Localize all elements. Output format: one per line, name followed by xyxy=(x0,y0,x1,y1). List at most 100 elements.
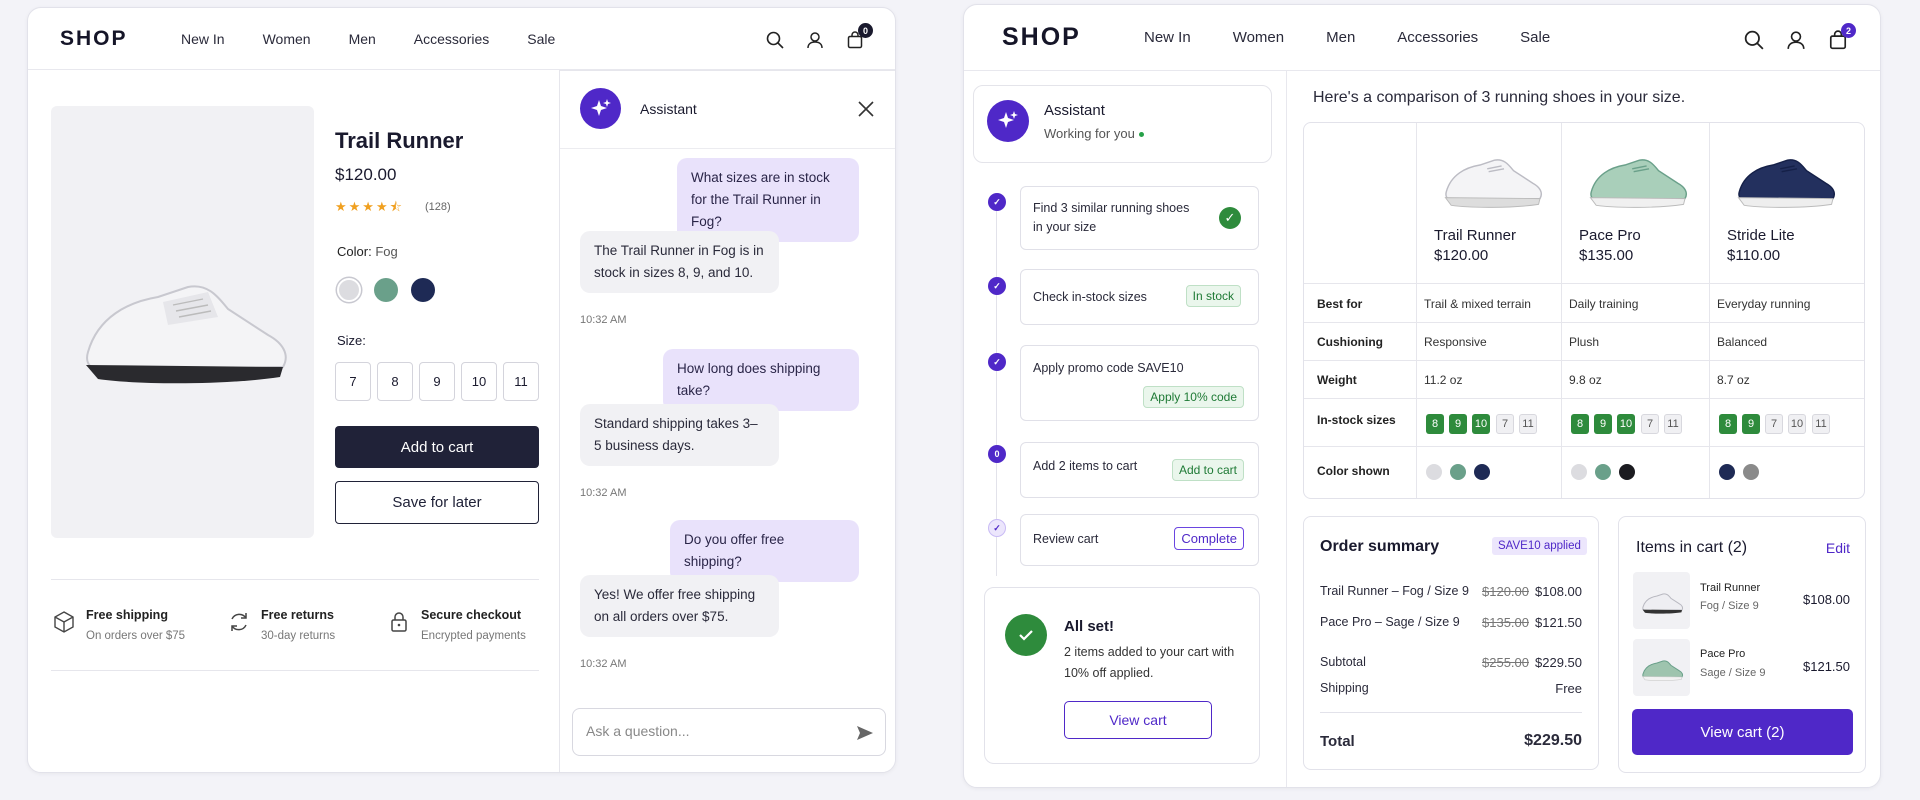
step-check-icon: ✓ xyxy=(988,353,1006,371)
nav-link-men[interactable]: Men xyxy=(349,31,376,47)
rating-stars: ★★★★⯪ xyxy=(335,199,404,214)
feature-subtitle: Encrypted payments xyxy=(421,630,526,642)
size-option-10[interactable]: 10 xyxy=(461,362,497,401)
search-icon[interactable] xyxy=(1742,28,1766,52)
cart-count-badge: 2 xyxy=(1841,23,1856,38)
original-subtotal: $255.00 xyxy=(1482,655,1529,670)
size-option-8[interactable]: 8 xyxy=(377,362,413,401)
grid-line xyxy=(1561,123,1562,498)
row-label-cushioning: Cushioning xyxy=(1317,335,1383,349)
shop-logo[interactable]: SHOP xyxy=(60,27,128,51)
account-icon[interactable] xyxy=(803,28,827,52)
message-timestamp: 10:32 AM xyxy=(580,658,627,670)
cell-best-for: Daily training xyxy=(1569,297,1639,311)
row-label-in-stock-sizes: In-stock sizes xyxy=(1317,413,1396,427)
size-chip-out-of-stock: 11 xyxy=(1664,414,1682,434)
message-timestamp: 10:32 AM xyxy=(580,487,627,499)
lock-icon xyxy=(391,612,407,632)
grid-line xyxy=(1304,446,1864,447)
grid-line xyxy=(1709,123,1710,498)
box-icon xyxy=(54,611,74,633)
cart-item-name: Trail Runner xyxy=(1700,582,1761,594)
cart-item-variant: Fog / Size 9 xyxy=(1700,600,1759,612)
color-dot[interactable] xyxy=(1595,464,1611,480)
user-message: Do you offer free shipping? xyxy=(670,520,859,582)
view-cart-button[interactable]: View cart (2) xyxy=(1632,709,1853,755)
step-badge: In stock xyxy=(1185,285,1241,307)
edit-cart-link[interactable]: Edit xyxy=(1826,540,1850,556)
sparkle-icon xyxy=(590,98,611,116)
step-check-icon: ✓ xyxy=(988,277,1006,295)
grid-line xyxy=(1304,283,1864,284)
color-dot[interactable] xyxy=(1450,464,1466,480)
complete-button[interactable]: Complete xyxy=(1174,527,1244,550)
color-dot[interactable] xyxy=(1474,464,1490,480)
order-line-label: Trail Runner – Fog / Size 9 xyxy=(1320,584,1469,598)
cell-best-for: Trail & mixed terrain xyxy=(1424,297,1531,311)
shipping-label: Shipping xyxy=(1320,681,1369,695)
color-dot[interactable] xyxy=(1719,464,1735,480)
online-indicator xyxy=(1138,132,1144,138)
nav-link-sale[interactable]: Sale xyxy=(527,31,555,47)
color-dot[interactable] xyxy=(1426,464,1442,480)
grid-line xyxy=(1304,322,1864,323)
add-to-cart-button[interactable]: Add to cart xyxy=(335,426,539,468)
search-icon[interactable] xyxy=(763,28,787,52)
sparkle-icon xyxy=(998,111,1018,128)
size-option-9[interactable]: 9 xyxy=(419,362,455,401)
shoe-name: Trail Runner xyxy=(1434,227,1516,244)
nav-link-accessories[interactable]: Accessories xyxy=(414,31,489,47)
add-to-cart-button[interactable]: Add to cart xyxy=(1171,459,1244,481)
apply-code-button[interactable]: Apply 10% code xyxy=(1143,386,1244,408)
total-value: $229.50 xyxy=(1524,732,1582,749)
account-icon[interactable] xyxy=(1784,28,1808,52)
swatch-fog[interactable] xyxy=(337,278,361,302)
nav-link-new-in[interactable]: New In xyxy=(181,31,225,47)
save-for-later-button[interactable]: Save for later xyxy=(335,481,539,524)
color-dot[interactable] xyxy=(1571,464,1587,480)
cell-weight: 8.7 oz xyxy=(1717,373,1750,387)
swatch-sage[interactable] xyxy=(374,278,398,302)
step-add-to-cart: Add 2 items to cart Add to cart xyxy=(1020,442,1259,498)
success-check-icon: ✓ xyxy=(1219,207,1241,229)
nav-link-men[interactable]: Men xyxy=(1326,29,1355,46)
assistant-avatar xyxy=(580,88,621,129)
size-chip-in-stock: 9 xyxy=(1742,414,1760,434)
review-count[interactable]: (128) xyxy=(425,201,451,213)
cart-icon[interactable]: 0 xyxy=(843,23,873,52)
cell-cushioning: Balanced xyxy=(1717,335,1768,349)
chat-input-box xyxy=(572,708,886,756)
promo-applied-badge: SAVE10 applied xyxy=(1492,537,1587,555)
send-icon[interactable] xyxy=(853,721,877,745)
original-price: $135.00 xyxy=(1482,615,1529,630)
cart-item-thumbnail xyxy=(1633,572,1690,629)
original-price: $120.00 xyxy=(1482,584,1529,599)
shop-logo[interactable]: SHOP xyxy=(1002,23,1081,52)
nav-link-sale[interactable]: Sale xyxy=(1520,29,1550,46)
nav-link-women[interactable]: Women xyxy=(1233,29,1284,46)
nav-link-accessories[interactable]: Accessories xyxy=(1397,29,1478,46)
size-option-7[interactable]: 7 xyxy=(335,362,371,401)
nav-links: New In Women Men Accessories Sale xyxy=(1144,29,1550,46)
close-icon[interactable] xyxy=(854,97,878,121)
color-dot[interactable] xyxy=(1619,464,1635,480)
cart-icon[interactable]: 2 xyxy=(1826,23,1856,52)
assistant-message: The Trail Runner in Fog is in stock in s… xyxy=(580,231,779,293)
total-label: Total xyxy=(1320,733,1355,750)
top-navbar: SHOP New In Women Men Accessories Sale 2 xyxy=(964,5,1880,71)
row-label-weight: Weight xyxy=(1317,373,1357,387)
items-in-cart-title: Items in cart (2) xyxy=(1636,539,1748,556)
chat-input[interactable] xyxy=(586,723,836,739)
size-chip-out-of-stock: 11 xyxy=(1519,414,1537,434)
cart-item-name: Pace Pro xyxy=(1700,648,1746,660)
product-image xyxy=(51,106,314,538)
size-chip-out-of-stock: 10 xyxy=(1788,414,1806,434)
nav-link-women[interactable]: Women xyxy=(263,31,311,47)
nav-link-new-in[interactable]: New In xyxy=(1144,29,1191,46)
cell-cushioning: Plush xyxy=(1569,335,1600,349)
size-option-11[interactable]: 11 xyxy=(503,362,539,401)
color-dot[interactable] xyxy=(1743,464,1759,480)
swatch-navy[interactable] xyxy=(411,278,435,302)
grid-line xyxy=(1304,398,1864,399)
view-cart-button[interactable]: View cart xyxy=(1064,701,1212,739)
